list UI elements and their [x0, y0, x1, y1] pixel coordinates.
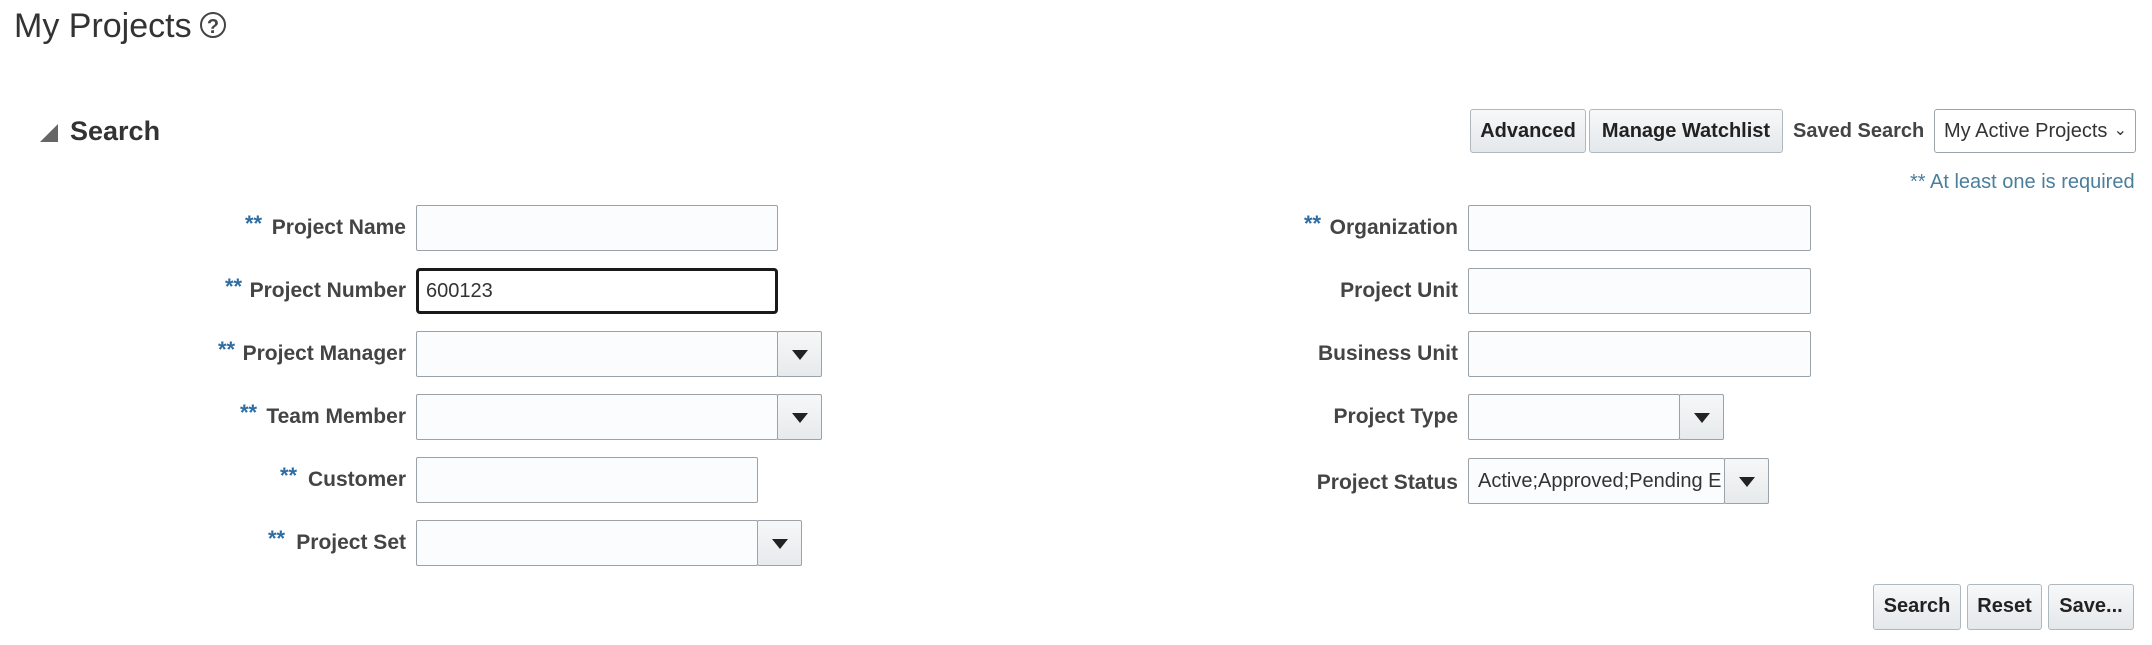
- customer-input[interactable]: [416, 457, 758, 503]
- collapse-triangle-icon[interactable]: [40, 124, 58, 142]
- required-marker: **: [225, 274, 243, 299]
- project-set-label: Project Set: [296, 531, 406, 554]
- required-marker: **: [245, 211, 263, 236]
- project-unit-label: Project Unit: [1340, 279, 1458, 302]
- project-manager-dropdown-button[interactable]: [777, 331, 822, 377]
- help-icon[interactable]: ?: [200, 12, 226, 38]
- required-marker: **: [240, 400, 258, 425]
- required-marker: **: [280, 463, 298, 488]
- project-type-label: Project Type: [1333, 405, 1458, 428]
- project-status-label: Project Status: [1316, 471, 1458, 494]
- dropdown-caret-icon: [792, 350, 808, 360]
- page-title: My Projects: [14, 7, 192, 45]
- organization-input[interactable]: [1468, 205, 1811, 251]
- search-button[interactable]: Search: [1873, 584, 1961, 630]
- project-number-input[interactable]: 600123: [416, 268, 778, 314]
- manage-watchlist-button[interactable]: Manage Watchlist: [1589, 109, 1783, 153]
- project-name-label: Project Name: [271, 216, 406, 239]
- dropdown-caret-icon: [772, 539, 788, 549]
- business-unit-label: Business Unit: [1317, 342, 1458, 365]
- advanced-button[interactable]: Advanced: [1470, 109, 1586, 153]
- project-name-input[interactable]: [416, 205, 778, 251]
- project-status-dropdown-button[interactable]: [1724, 458, 1769, 504]
- project-unit-input[interactable]: [1468, 268, 1811, 314]
- dropdown-caret-icon: [1694, 413, 1710, 423]
- search-section-heading: Search: [70, 116, 161, 146]
- project-number-label: Project Number: [249, 279, 406, 302]
- team-member-label: Team Member: [266, 405, 406, 428]
- project-type-dropdown-button[interactable]: [1679, 394, 1724, 440]
- organization-label: Organization: [1329, 216, 1458, 239]
- dropdown-caret-icon: [1739, 477, 1755, 487]
- project-manager-input[interactable]: [416, 331, 778, 377]
- save-button[interactable]: Save...: [2048, 584, 2134, 630]
- saved-search-select[interactable]: My Active Projects ⌄: [1934, 109, 2136, 153]
- required-marker: **: [268, 526, 286, 551]
- required-marker: **: [1304, 211, 1322, 236]
- project-status-input[interactable]: Active;Approved;Pending E: [1468, 458, 1725, 504]
- required-marker: **: [218, 337, 236, 362]
- project-type-input[interactable]: [1468, 394, 1680, 440]
- project-set-input[interactable]: [416, 520, 758, 566]
- dropdown-caret-icon: [792, 413, 808, 423]
- business-unit-input[interactable]: [1468, 331, 1811, 377]
- team-member-input[interactable]: [416, 394, 778, 440]
- chevron-down-icon: ⌄: [2113, 122, 2127, 139]
- project-manager-label: Project Manager: [242, 342, 406, 365]
- required-note: ** At least one is required: [1910, 171, 2135, 193]
- customer-label: Customer: [307, 468, 406, 491]
- reset-button[interactable]: Reset: [1967, 584, 2042, 630]
- project-set-dropdown-button[interactable]: [757, 520, 802, 566]
- team-member-dropdown-button[interactable]: [777, 394, 822, 440]
- saved-search-label: Saved Search: [1793, 120, 1925, 142]
- saved-search-value: My Active Projects: [1944, 120, 2108, 142]
